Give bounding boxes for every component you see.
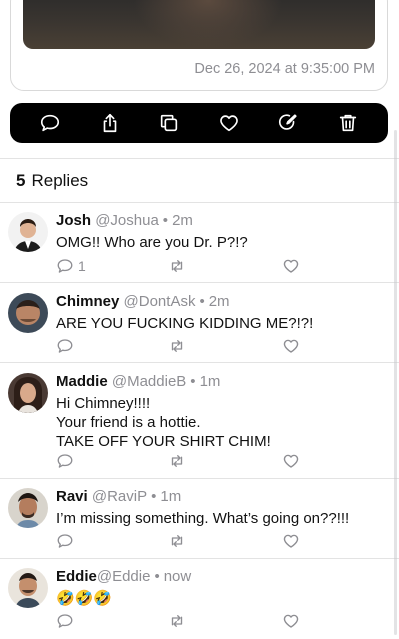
heart-icon [283,534,299,548]
repost-icon [171,615,183,627]
like-button[interactable] [282,257,300,275]
reply-actions [56,612,300,632]
avatar[interactable] [8,212,48,252]
author-name[interactable]: Eddie [56,568,97,585]
reply-line: 🤣🤣🤣 [56,590,113,607]
reply-button[interactable] [56,337,74,355]
reply-actions [56,452,300,472]
reply-item[interactable]: Ravi @RaviP • 1m I’m missing something. Wh… [0,478,399,558]
reply-button[interactable] [56,452,74,470]
like-button[interactable] [282,532,300,550]
like-button[interactable] [282,337,300,355]
reply-text: ARE YOU FUCKING KIDDING ME?!?! [56,314,313,333]
repost-icon [171,340,183,352]
repost-button[interactable] [168,337,186,355]
copy-icon [161,114,178,132]
reply-actions [56,337,300,357]
author-handle[interactable]: @MaddieB [112,373,186,390]
author-name[interactable]: Chimney [56,293,119,310]
comment-icon [57,454,73,468]
repost-icon [171,535,183,547]
heart-icon [283,614,299,628]
comment-icon [40,114,60,132]
avatar[interactable] [8,488,48,528]
reply-actions [56,532,300,552]
reply-line: ARE YOU FUCKING KIDDING ME?!?! [56,315,314,332]
reply-time: 2m [172,212,193,229]
comment-icon [57,534,73,548]
repost-icon [171,260,183,272]
repost-icon [171,455,183,467]
comment-icon [57,614,73,628]
heart-icon [283,454,299,468]
reply-meta: Josh @Joshua • 2m [56,212,193,229]
post-image[interactable] [23,0,375,49]
reply-text: 🤣🤣🤣 [56,589,112,608]
reply-meta: Maddie @MaddieB • 1m [56,373,221,390]
avatar[interactable] [8,293,48,333]
author-name[interactable]: Ravi [56,488,88,505]
replies-header: 5 Replies [16,171,88,191]
repost-button[interactable] [168,612,186,630]
author-name[interactable]: Josh [56,212,91,229]
heart-icon [283,259,299,273]
repost-button[interactable] [168,532,186,550]
heart-icon [219,115,238,132]
comment-icon [57,259,73,273]
author-name[interactable]: Maddie [56,373,108,390]
heart-icon [283,339,299,353]
avatar[interactable] [8,373,48,413]
repost-button[interactable] [168,257,186,275]
share-button[interactable] [98,111,122,135]
author-handle[interactable]: @DontAsk [124,293,196,310]
post-card: Dec 26, 2024 at 9:35:00 PM [10,0,388,91]
reply-text: I’m missing something. What’s going on??… [56,509,349,528]
reply-item[interactable]: Eddie@Eddie • now 🤣🤣🤣 [0,558,399,639]
comment-icon [57,339,73,353]
author-handle[interactable]: @RaviP [92,488,147,505]
reply-meta: Eddie@Eddie • now [56,568,192,585]
repost-button[interactable] [168,452,186,470]
scrollbar[interactable] [394,130,397,635]
post-action-bar [10,103,388,143]
author-handle[interactable]: @Joshua [95,212,159,229]
reply-item[interactable]: Josh @Joshua • 2m OMG!! Who are you Dr. P?… [0,202,399,282]
reply-item[interactable]: Maddie @MaddieB • 1m Hi Chimney!!!! Your f… [0,363,399,479]
reply-time: 1m [199,373,221,390]
reply-text: Hi Chimney!!!! Your friend is a hottie. … [56,394,271,451]
like-button[interactable] [282,452,300,470]
like-button[interactable] [217,111,241,135]
reply-line: I’m missing something. What’s going on??… [56,510,350,527]
reply-meta: Ravi @RaviP • 1m [56,488,182,505]
delete-button[interactable] [336,111,360,135]
trash-icon [339,114,357,132]
reply-line: Your friend is a hottie. [56,414,201,431]
comment-button[interactable] [38,111,62,135]
avatar[interactable] [8,568,48,608]
edit-button[interactable] [276,111,300,135]
reply-actions: 1 [56,257,300,277]
edit-icon [279,114,297,130]
post-timestamp: Dec 26, 2024 at 9:35:00 PM [194,61,375,77]
replies-count: 5 [16,171,26,190]
like-button[interactable] [282,612,300,630]
copy-button[interactable] [157,111,181,135]
reply-meta: Chimney @DontAsk • 2m [56,293,230,310]
reply-time: 2m [208,293,230,310]
reply-button[interactable] [56,612,74,630]
reply-count: 1 [78,258,86,274]
reply-button[interactable]: 1 [56,257,86,275]
replies-label: Replies [31,171,89,190]
reply-time: now [163,568,192,585]
author-handle[interactable]: @Eddie [97,568,151,585]
reply-time: 1m [160,488,182,505]
reply-line: TAKE OFF YOUR SHIRT CHIM! [56,433,271,450]
reply-line: Hi Chimney!!!! [56,395,151,412]
share-icon [103,113,116,133]
reply-item[interactable]: Chimney @DontAsk • 2m ARE YOU FUCKING KIDD… [0,283,399,363]
reply-text: OMG!! Who are you Dr. P?!? [56,233,248,252]
divider [0,158,399,159]
reply-button[interactable] [56,532,74,550]
reply-line: OMG!! Who are you Dr. P?!? [56,234,248,251]
